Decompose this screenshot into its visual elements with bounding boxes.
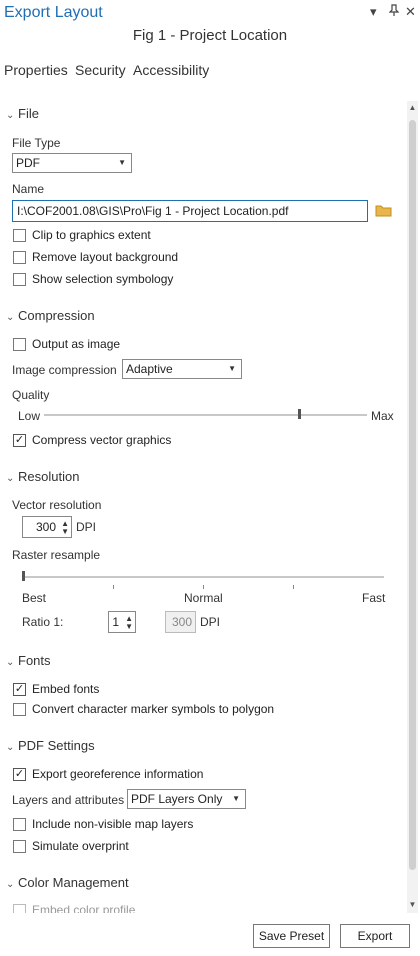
section-color-management-header[interactable]: ⌄ Color Management (6, 875, 129, 890)
embed-fonts-label: Embed fonts (32, 682, 100, 696)
file-type-label: File Type (12, 136, 61, 150)
file-type-select[interactable]: PDF ▼ (12, 153, 132, 173)
ratio-label: Ratio 1: (22, 615, 64, 629)
folder-icon[interactable] (375, 203, 393, 220)
tab-security[interactable]: Security (75, 62, 126, 78)
options-menu-icon[interactable]: ▾ (370, 4, 377, 20)
chevron-down-icon: ⌄ (6, 879, 15, 890)
quality-slider-thumb[interactable] (298, 409, 302, 419)
vector-dpi-label: DPI (76, 520, 97, 534)
chevron-down-icon: ⌄ (6, 657, 15, 668)
convert-markers-label: Convert character marker symbols to poly… (32, 702, 275, 716)
layout-name: Fig 1 - Project Location (132, 27, 288, 44)
nonvisible-layers-label: Include non-visible map layers (32, 817, 194, 831)
raster-resample-thumb[interactable] (22, 571, 25, 581)
slider-tick (293, 585, 294, 589)
simulate-overprint-label: Simulate overprint (32, 839, 129, 853)
image-compression-select[interactable]: Adaptive ▼ (122, 359, 242, 379)
spin-down-icon[interactable]: ▼ (61, 528, 69, 536)
panel-bottom-mask (0, 913, 405, 921)
image-compression-label: Image compression (12, 363, 117, 377)
convert-markers-checkbox[interactable] (13, 703, 26, 716)
layers-attributes-label: Layers and attributes (12, 793, 125, 807)
slider-tick (113, 585, 114, 589)
scroll-down-icon[interactable]: ▼ (407, 900, 418, 909)
chevron-down-icon: ⌄ (6, 473, 15, 484)
fast-label: Fast (362, 591, 386, 605)
vector-resolution-spinner[interactable]: 300 ▲ ▼ (22, 516, 72, 538)
ratio-dpi-field: 300 (165, 611, 196, 633)
section-resolution-header[interactable]: ⌄ Resolution (6, 469, 79, 484)
window-title: Export Layout (4, 4, 103, 21)
raster-resample-track[interactable] (22, 576, 384, 578)
ratio-spinner[interactable]: 1 ▲ ▼ (108, 611, 136, 633)
section-compression-header[interactable]: ⌄ Compression (6, 308, 95, 323)
section-file-header[interactable]: ⌄ File (6, 106, 39, 121)
save-preset-button[interactable]: Save Preset (253, 924, 330, 948)
nonvisible-layers-checkbox[interactable] (13, 818, 26, 831)
close-icon[interactable]: ✕ (405, 4, 416, 20)
section-pdf-settings-header[interactable]: ⌄ PDF Settings (6, 738, 95, 753)
tab-properties[interactable]: Properties (4, 62, 68, 78)
quality-label: Quality (12, 388, 50, 402)
remove-background-checkbox[interactable] (13, 251, 26, 264)
export-georef-label: Export georeference information (32, 767, 204, 781)
compress-vector-checkbox[interactable]: ✓ (13, 434, 26, 447)
output-as-image-checkbox[interactable] (13, 338, 26, 351)
spin-down-icon[interactable]: ▼ (125, 623, 133, 631)
quality-max-label: Max (371, 409, 394, 423)
chevron-down-icon: ⌄ (6, 742, 15, 753)
name-label: Name (12, 182, 45, 196)
pin-icon[interactable] (388, 4, 400, 19)
clip-graphics-label: Clip to graphics extent (32, 228, 151, 242)
show-selection-checkbox[interactable] (13, 273, 26, 286)
quality-low-label: Low (18, 409, 41, 423)
chevron-down-icon: ⌄ (6, 110, 15, 121)
slider-tick (203, 585, 204, 589)
dropdown-caret-icon: ▼ (118, 158, 126, 167)
embed-fonts-checkbox[interactable]: ✓ (13, 683, 26, 696)
simulate-overprint-checkbox[interactable] (13, 840, 26, 853)
scrollbar-thumb[interactable] (409, 120, 416, 870)
remove-background-label: Remove layout background (32, 250, 179, 264)
show-selection-label: Show selection symbology (32, 272, 174, 286)
export-georef-checkbox[interactable]: ✓ (13, 768, 26, 781)
output-as-image-label: Output as image (32, 337, 121, 351)
compress-vector-label: Compress vector graphics (32, 433, 172, 447)
quality-slider-track[interactable] (44, 414, 367, 416)
file-name-input[interactable]: I:\COF2001.08\GIS\Pro\Fig 1 - Project Lo… (12, 200, 368, 222)
vector-resolution-label: Vector resolution (12, 498, 102, 512)
best-label: Best (22, 591, 47, 605)
normal-label: Normal (184, 591, 223, 605)
raster-resample-label: Raster resample (12, 548, 101, 562)
ratio-dpi-label: DPI (200, 615, 221, 629)
export-button[interactable]: Export (340, 924, 410, 948)
section-fonts-header[interactable]: ⌄ Fonts (6, 653, 51, 668)
dropdown-caret-icon: ▼ (232, 794, 240, 803)
layers-attributes-select[interactable]: PDF Layers Only ▼ (127, 789, 246, 809)
tab-accessibility[interactable]: Accessibility (133, 62, 209, 78)
clip-graphics-checkbox[interactable] (13, 229, 26, 242)
dropdown-caret-icon: ▼ (228, 364, 236, 373)
chevron-down-icon: ⌄ (6, 312, 15, 323)
scroll-up-icon[interactable]: ▲ (407, 103, 418, 112)
